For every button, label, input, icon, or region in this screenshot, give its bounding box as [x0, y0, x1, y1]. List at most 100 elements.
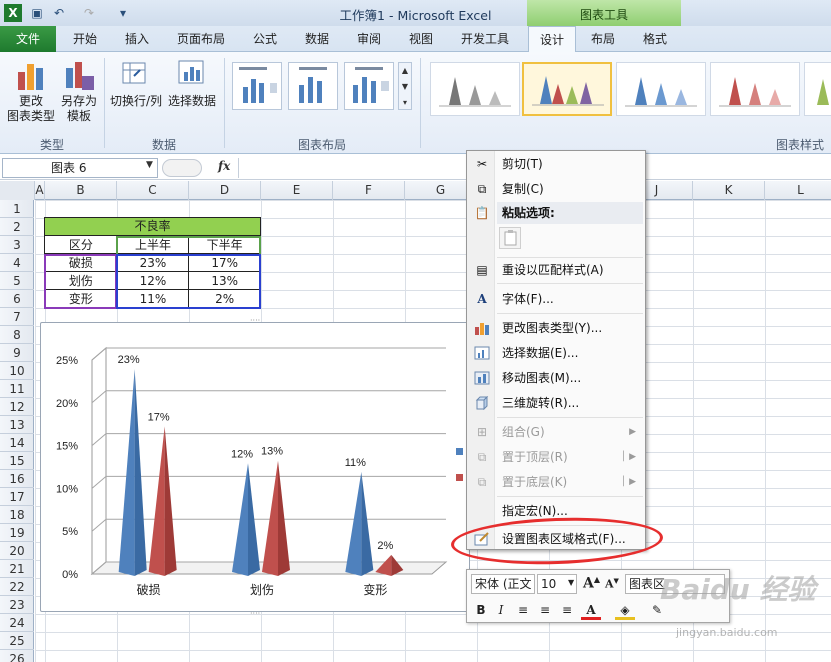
font-size-dropdown-icon[interactable]: ▼ — [568, 578, 574, 587]
select-data-ribbon-button[interactable]: 选择数据 — [166, 94, 218, 109]
header-cell-second-half[interactable]: 下半年 — [189, 236, 261, 254]
table-cell[interactable]: 破损 — [45, 254, 118, 272]
cone-mark-shade[interactable] — [164, 426, 177, 576]
column-header-f[interactable]: F — [333, 181, 405, 200]
row-header[interactable]: 17 — [0, 488, 34, 506]
menu-item-cut[interactable]: ✂ 剪切(T) — [468, 153, 644, 175]
table-cell[interactable]: 变形 — [45, 290, 118, 308]
column-header-l[interactable]: L — [765, 181, 831, 200]
row-header[interactable]: 20 — [0, 542, 34, 560]
y-tick-label[interactable]: 5% — [62, 526, 78, 538]
row-header[interactable]: 26 — [0, 650, 34, 662]
row-header[interactable]: 9 — [0, 344, 34, 362]
formula-bar-resize-handle[interactable] — [162, 159, 202, 177]
menu-item-font[interactable]: A 字体(F)... — [468, 288, 644, 310]
legend-marker-series-1[interactable] — [456, 448, 463, 455]
tab-file[interactable]: 文件 — [0, 26, 56, 52]
y-gridline[interactable] — [91, 347, 446, 361]
tab-formulas[interactable]: 公式 — [244, 26, 286, 52]
row-header[interactable]: 25 — [0, 632, 34, 650]
tab-page-layout[interactable]: 页面布局 — [170, 26, 232, 52]
tab-developer[interactable]: 开发工具 — [452, 26, 518, 52]
category-label[interactable]: 划伤 — [250, 583, 274, 597]
data-label[interactable]: 17% — [148, 411, 170, 423]
chart-style-3[interactable] — [616, 62, 706, 116]
y-tick-label[interactable]: 25% — [56, 355, 78, 367]
data-label[interactable]: 13% — [261, 446, 283, 458]
chart-side-wall[interactable] — [91, 346, 107, 576]
change-chart-type-button[interactable]: 更改 图表类型 — [4, 94, 58, 124]
row-header[interactable]: 24 — [0, 614, 34, 632]
menu-item-3d-rotation[interactable]: 三维旋转(R)... — [468, 392, 644, 414]
header-cell-category[interactable]: 区分 — [45, 236, 118, 254]
chart-layout-1[interactable] — [232, 62, 282, 110]
column-header-c[interactable]: C — [117, 181, 189, 200]
table-cell[interactable]: 17% — [189, 254, 261, 272]
data-label[interactable]: 11% — [345, 457, 366, 469]
cone-mark[interactable] — [262, 460, 278, 576]
menu-item-copy[interactable]: ⧉ 复制(C) — [468, 178, 644, 200]
row-header[interactable]: 12 — [0, 398, 34, 416]
row-header[interactable]: 4 — [0, 254, 34, 272]
table-cell[interactable]: 23% — [117, 254, 190, 272]
menu-item-move-chart[interactable]: 移动图表(M)... — [468, 367, 644, 389]
switch-row-column-button[interactable]: 切换行/列 — [108, 94, 164, 109]
row-header[interactable]: 11 — [0, 380, 34, 398]
grow-font-icon[interactable]: A▲ — [583, 574, 600, 592]
layout-gallery-scroll[interactable]: ▲ ▼ ▾ — [398, 62, 412, 110]
header-cell-first-half[interactable]: 上半年 — [117, 236, 190, 254]
y-tick-label[interactable]: 0% — [62, 569, 78, 581]
shrink-font-icon[interactable]: A▼ — [605, 576, 619, 591]
row-header[interactable]: 19 — [0, 524, 34, 542]
font-name-box[interactable]: 宋体 (正文 — [471, 574, 535, 594]
tab-review[interactable]: 审阅 — [348, 26, 390, 52]
row-header[interactable]: 8 — [0, 326, 34, 344]
cone-mark[interactable] — [345, 471, 362, 576]
y-tick-label[interactable]: 15% — [56, 441, 78, 453]
name-box[interactable]: 图表 6 — [2, 158, 158, 178]
chart-style-4[interactable] — [710, 62, 800, 116]
chart-layout-3[interactable] — [344, 62, 394, 110]
row-header[interactable]: 15 — [0, 452, 34, 470]
menu-item-send-to-back[interactable]: ⧉ 置于底层(K) │ ▶ — [468, 471, 644, 493]
row-header[interactable]: 18 — [0, 506, 34, 524]
data-label[interactable]: 2% — [377, 540, 393, 552]
row-header[interactable]: 16 — [0, 470, 34, 488]
cone-mark[interactable] — [148, 426, 165, 576]
table-cell[interactable]: 12% — [117, 272, 190, 290]
tab-design[interactable]: 设计 — [528, 26, 576, 53]
save-as-template-button[interactable]: 另存为 模板 — [56, 94, 102, 124]
category-label[interactable]: 变形 — [363, 582, 387, 597]
chart-style-2-selected[interactable] — [522, 62, 612, 116]
row-header[interactable]: 13 — [0, 416, 34, 434]
row-header[interactable]: 14 — [0, 434, 34, 452]
y-gridline[interactable] — [91, 475, 446, 489]
category-label[interactable]: 破损 — [137, 582, 161, 597]
fill-color-icon[interactable]: ◈ — [615, 600, 635, 620]
tab-layout[interactable]: 布局 — [580, 26, 626, 52]
insert-function-icon[interactable]: fx — [218, 159, 230, 173]
table-cell[interactable]: 2% — [189, 290, 261, 308]
menu-item-bring-to-front[interactable]: ⧉ 置于顶层(R) │ ▶ — [468, 446, 644, 468]
column-header-a[interactable]: A — [35, 181, 45, 200]
italic-button[interactable]: I — [491, 600, 511, 620]
tab-data[interactable]: 数据 — [296, 26, 338, 52]
y-gridline[interactable] — [91, 390, 446, 404]
y-tick-label[interactable]: 10% — [56, 483, 78, 495]
tab-format[interactable]: 格式 — [632, 26, 678, 52]
chart-resize-handle-top[interactable]: ···· — [250, 316, 260, 325]
column-header-b[interactable]: B — [45, 181, 117, 200]
menu-item-reset-style[interactable]: ▤ 重设以匹配样式(A) — [468, 259, 644, 281]
select-all-corner[interactable] — [0, 181, 35, 200]
column-header-e[interactable]: E — [261, 181, 333, 200]
menu-item-select-data[interactable]: 选择数据(E)... — [468, 342, 644, 364]
chart-resize-handle-bottom[interactable]: ···· — [250, 609, 260, 618]
column-header-d[interactable]: D — [189, 181, 261, 200]
menu-item-change-chart-type[interactable]: 更改图表类型(Y)... — [468, 317, 644, 339]
cone-mark[interactable] — [118, 369, 135, 576]
row-header[interactable]: 7 — [0, 308, 34, 326]
row-header[interactable]: 5 — [0, 272, 34, 290]
row-header[interactable]: 21 — [0, 560, 34, 578]
row-header[interactable]: 23 — [0, 596, 34, 614]
chart-style-5[interactable] — [804, 62, 831, 116]
